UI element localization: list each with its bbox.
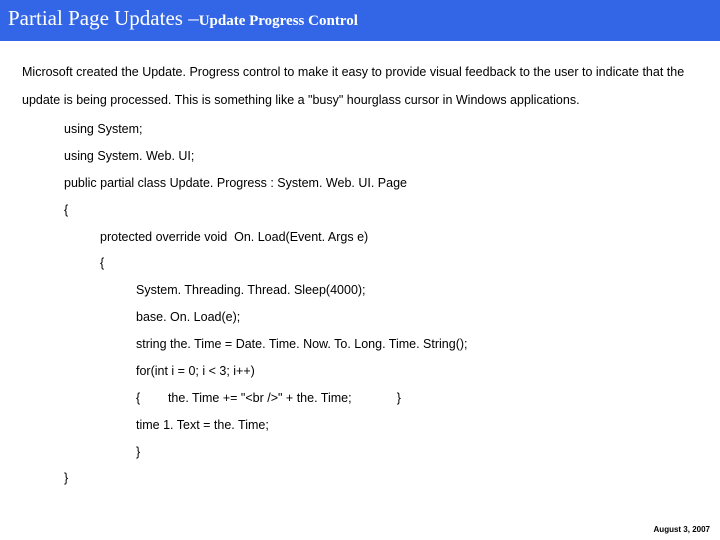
slide-body: Microsoft created the Update. Progress c… [0, 41, 720, 492]
code-line: time 1. Text = the. Time; [22, 412, 698, 439]
footer-date: August 3, 2007 [654, 525, 710, 534]
code-line: } [22, 439, 698, 466]
title-sub: Update Progress Control [199, 13, 358, 29]
code-line: protected override void On. Load(Event. … [22, 224, 698, 251]
code-line: { the. Time += "<br />" + the. Time; } [22, 385, 698, 412]
code-block: using System; using System. Web. UI; pub… [22, 116, 698, 492]
code-line: using System; [22, 116, 698, 143]
code-line: public partial class Update. Progress : … [22, 170, 698, 197]
code-line: { [22, 197, 698, 224]
code-line: string the. Time = Date. Time. Now. To. … [22, 331, 698, 358]
title-dash: – [188, 6, 199, 30]
code-line: { [22, 250, 698, 277]
intro-paragraph: Microsoft created the Update. Progress c… [22, 59, 698, 114]
code-line: base. On. Load(e); [22, 304, 698, 331]
code-line: System. Threading. Thread. Sleep(4000); [22, 277, 698, 304]
code-line: using System. Web. UI; [22, 143, 698, 170]
slide-header: Partial Page Updates –Update Progress Co… [0, 0, 720, 41]
title-main: Partial Page Updates [8, 6, 188, 30]
code-line: } [22, 465, 698, 492]
code-line: for(int i = 0; i < 3; i++) [22, 358, 698, 385]
